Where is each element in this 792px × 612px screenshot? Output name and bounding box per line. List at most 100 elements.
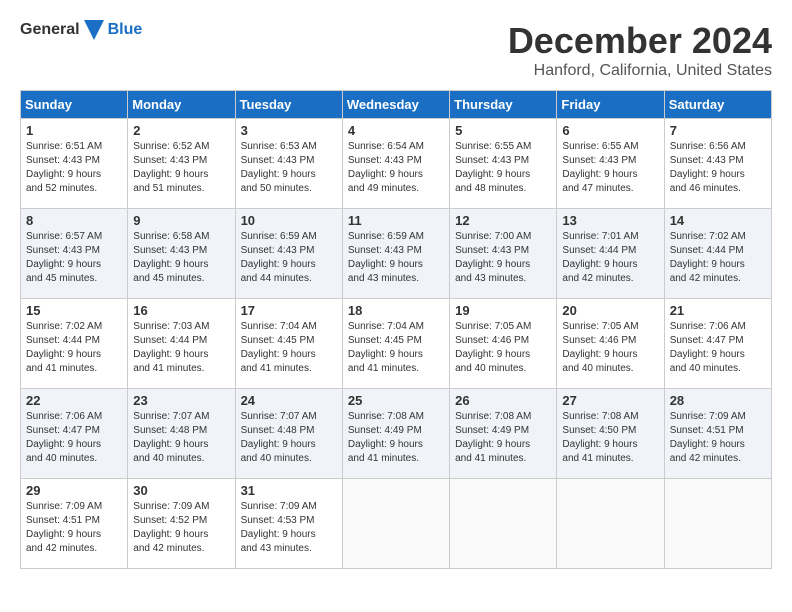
calendar-week-1: 1 Sunrise: 6:51 AM Sunset: 4:43 PM Dayli… xyxy=(21,119,772,209)
table-row: 20 Sunrise: 7:05 AM Sunset: 4:46 PM Dayl… xyxy=(557,299,664,389)
day-number: 22 xyxy=(26,393,122,408)
day-info: Sunrise: 6:58 AM Sunset: 4:43 PM Dayligh… xyxy=(133,230,229,286)
day-number: 15 xyxy=(26,303,122,318)
day-info: Sunrise: 6:52 AM Sunset: 4:43 PM Dayligh… xyxy=(133,140,229,196)
header: General Blue December 2024 Hanford, Cali… xyxy=(20,20,772,80)
logo-text-general: General xyxy=(20,21,80,39)
table-row: 9 Sunrise: 6:58 AM Sunset: 4:43 PM Dayli… xyxy=(128,209,235,299)
table-row: 21 Sunrise: 7:06 AM Sunset: 4:47 PM Dayl… xyxy=(664,299,771,389)
header-wednesday: Wednesday xyxy=(342,91,449,119)
day-info: Sunrise: 6:53 AM Sunset: 4:43 PM Dayligh… xyxy=(241,140,337,196)
day-info: Sunrise: 7:09 AM Sunset: 4:51 PM Dayligh… xyxy=(26,500,122,556)
day-info: Sunrise: 6:55 AM Sunset: 4:43 PM Dayligh… xyxy=(562,140,658,196)
day-number: 20 xyxy=(562,303,658,318)
day-info: Sunrise: 7:08 AM Sunset: 4:50 PM Dayligh… xyxy=(562,410,658,466)
day-number: 16 xyxy=(133,303,229,318)
day-number: 25 xyxy=(348,393,444,408)
calendar-week-2: 8 Sunrise: 6:57 AM Sunset: 4:43 PM Dayli… xyxy=(21,209,772,299)
day-info: Sunrise: 7:08 AM Sunset: 4:49 PM Dayligh… xyxy=(348,410,444,466)
table-row: 12 Sunrise: 7:00 AM Sunset: 4:43 PM Dayl… xyxy=(450,209,557,299)
day-info: Sunrise: 7:09 AM Sunset: 4:51 PM Dayligh… xyxy=(670,410,766,466)
day-info: Sunrise: 6:57 AM Sunset: 4:43 PM Dayligh… xyxy=(26,230,122,286)
day-info: Sunrise: 6:59 AM Sunset: 4:43 PM Dayligh… xyxy=(348,230,444,286)
logo-text-blue: Blue xyxy=(108,21,143,39)
table-row: 15 Sunrise: 7:02 AM Sunset: 4:44 PM Dayl… xyxy=(21,299,128,389)
day-info: Sunrise: 6:55 AM Sunset: 4:43 PM Dayligh… xyxy=(455,140,551,196)
day-number: 11 xyxy=(348,213,444,228)
table-row: 22 Sunrise: 7:06 AM Sunset: 4:47 PM Dayl… xyxy=(21,389,128,479)
day-info: Sunrise: 6:59 AM Sunset: 4:43 PM Dayligh… xyxy=(241,230,337,286)
subtitle: Hanford, California, United States xyxy=(508,62,772,80)
day-number: 8 xyxy=(26,213,122,228)
day-info: Sunrise: 7:02 AM Sunset: 4:44 PM Dayligh… xyxy=(670,230,766,286)
day-number: 12 xyxy=(455,213,551,228)
day-number: 29 xyxy=(26,483,122,498)
day-number: 4 xyxy=(348,123,444,138)
day-number: 28 xyxy=(670,393,766,408)
day-number: 6 xyxy=(562,123,658,138)
day-info: Sunrise: 7:07 AM Sunset: 4:48 PM Dayligh… xyxy=(241,410,337,466)
table-row: 28 Sunrise: 7:09 AM Sunset: 4:51 PM Dayl… xyxy=(664,389,771,479)
table-row: 26 Sunrise: 7:08 AM Sunset: 4:49 PM Dayl… xyxy=(450,389,557,479)
table-row: 3 Sunrise: 6:53 AM Sunset: 4:43 PM Dayli… xyxy=(235,119,342,209)
table-row: 23 Sunrise: 7:07 AM Sunset: 4:48 PM Dayl… xyxy=(128,389,235,479)
day-number: 13 xyxy=(562,213,658,228)
header-sunday: Sunday xyxy=(21,91,128,119)
header-monday: Monday xyxy=(128,91,235,119)
day-number: 31 xyxy=(241,483,337,498)
table-row: 19 Sunrise: 7:05 AM Sunset: 4:46 PM Dayl… xyxy=(450,299,557,389)
logo: General Blue xyxy=(20,20,142,40)
header-tuesday: Tuesday xyxy=(235,91,342,119)
table-row: 8 Sunrise: 6:57 AM Sunset: 4:43 PM Dayli… xyxy=(21,209,128,299)
day-info: Sunrise: 7:08 AM Sunset: 4:49 PM Dayligh… xyxy=(455,410,551,466)
day-number: 17 xyxy=(241,303,337,318)
table-row xyxy=(450,479,557,569)
day-number: 10 xyxy=(241,213,337,228)
day-number: 23 xyxy=(133,393,229,408)
header-friday: Friday xyxy=(557,91,664,119)
table-row: 11 Sunrise: 6:59 AM Sunset: 4:43 PM Dayl… xyxy=(342,209,449,299)
table-row: 27 Sunrise: 7:08 AM Sunset: 4:50 PM Dayl… xyxy=(557,389,664,479)
table-row: 6 Sunrise: 6:55 AM Sunset: 4:43 PM Dayli… xyxy=(557,119,664,209)
day-info: Sunrise: 7:09 AM Sunset: 4:53 PM Dayligh… xyxy=(241,500,337,556)
table-row: 18 Sunrise: 7:04 AM Sunset: 4:45 PM Dayl… xyxy=(342,299,449,389)
day-info: Sunrise: 6:54 AM Sunset: 4:43 PM Dayligh… xyxy=(348,140,444,196)
table-row xyxy=(664,479,771,569)
day-info: Sunrise: 7:06 AM Sunset: 4:47 PM Dayligh… xyxy=(26,410,122,466)
day-number: 7 xyxy=(670,123,766,138)
main-title: December 2024 xyxy=(508,20,772,62)
day-info: Sunrise: 7:05 AM Sunset: 4:46 PM Dayligh… xyxy=(455,320,551,376)
header-thursday: Thursday xyxy=(450,91,557,119)
day-info: Sunrise: 6:51 AM Sunset: 4:43 PM Dayligh… xyxy=(26,140,122,196)
table-row: 5 Sunrise: 6:55 AM Sunset: 4:43 PM Dayli… xyxy=(450,119,557,209)
table-row: 1 Sunrise: 6:51 AM Sunset: 4:43 PM Dayli… xyxy=(21,119,128,209)
logo-arrow-icon xyxy=(84,20,104,40)
calendar-header-row: Sunday Monday Tuesday Wednesday Thursday… xyxy=(21,91,772,119)
table-row: 13 Sunrise: 7:01 AM Sunset: 4:44 PM Dayl… xyxy=(557,209,664,299)
table-row: 2 Sunrise: 6:52 AM Sunset: 4:43 PM Dayli… xyxy=(128,119,235,209)
table-row xyxy=(342,479,449,569)
table-row xyxy=(557,479,664,569)
table-row: 31 Sunrise: 7:09 AM Sunset: 4:53 PM Dayl… xyxy=(235,479,342,569)
table-row: 30 Sunrise: 7:09 AM Sunset: 4:52 PM Dayl… xyxy=(128,479,235,569)
day-number: 14 xyxy=(670,213,766,228)
calendar-week-4: 22 Sunrise: 7:06 AM Sunset: 4:47 PM Dayl… xyxy=(21,389,772,479)
day-info: Sunrise: 6:56 AM Sunset: 4:43 PM Dayligh… xyxy=(670,140,766,196)
day-number: 21 xyxy=(670,303,766,318)
calendar-week-3: 15 Sunrise: 7:02 AM Sunset: 4:44 PM Dayl… xyxy=(21,299,772,389)
day-number: 19 xyxy=(455,303,551,318)
day-info: Sunrise: 7:00 AM Sunset: 4:43 PM Dayligh… xyxy=(455,230,551,286)
day-info: Sunrise: 7:05 AM Sunset: 4:46 PM Dayligh… xyxy=(562,320,658,376)
table-row: 7 Sunrise: 6:56 AM Sunset: 4:43 PM Dayli… xyxy=(664,119,771,209)
day-info: Sunrise: 7:06 AM Sunset: 4:47 PM Dayligh… xyxy=(670,320,766,376)
day-info: Sunrise: 7:04 AM Sunset: 4:45 PM Dayligh… xyxy=(241,320,337,376)
day-number: 5 xyxy=(455,123,551,138)
day-number: 9 xyxy=(133,213,229,228)
calendar-table: Sunday Monday Tuesday Wednesday Thursday… xyxy=(20,90,772,569)
table-row: 29 Sunrise: 7:09 AM Sunset: 4:51 PM Dayl… xyxy=(21,479,128,569)
day-number: 3 xyxy=(241,123,337,138)
day-info: Sunrise: 7:04 AM Sunset: 4:45 PM Dayligh… xyxy=(348,320,444,376)
day-number: 24 xyxy=(241,393,337,408)
table-row: 4 Sunrise: 6:54 AM Sunset: 4:43 PM Dayli… xyxy=(342,119,449,209)
calendar-week-5: 29 Sunrise: 7:09 AM Sunset: 4:51 PM Dayl… xyxy=(21,479,772,569)
